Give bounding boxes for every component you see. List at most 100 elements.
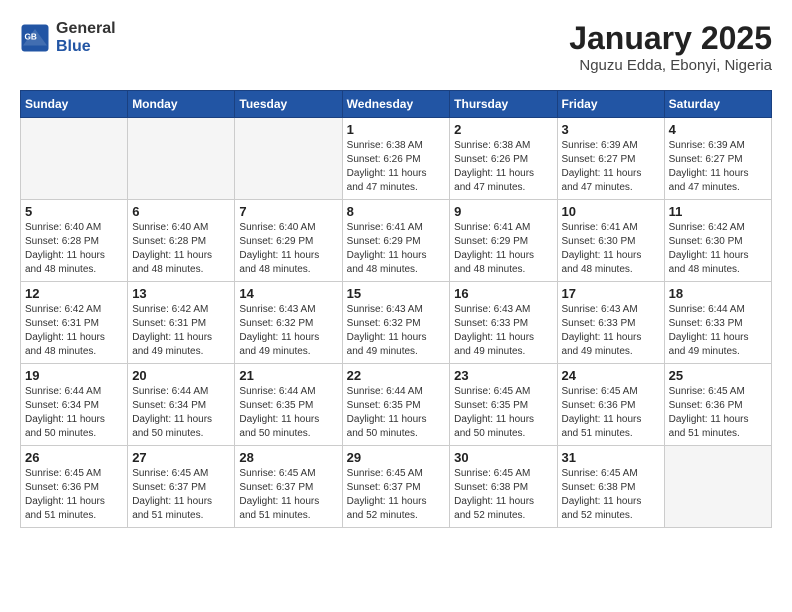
- day-info-7: Sunrise: 6:40 AM Sunset: 6:29 PM Dayligh…: [239, 221, 337, 277]
- day-number-2: 2: [454, 122, 552, 137]
- day-cell-27: 27 Sunrise: 6:45 AM Sunset: 6:37 PM Dayli…: [128, 446, 235, 528]
- day-number-1: 1: [347, 122, 446, 137]
- day-cell-26: 26 Sunrise: 6:45 AM Sunset: 6:36 PM Dayli…: [21, 446, 128, 528]
- day-cell-31: 31 Sunrise: 6:45 AM Sunset: 6:38 PM Dayli…: [557, 446, 664, 528]
- day-cell-empty: [235, 118, 342, 200]
- week-row-4: 19 Sunrise: 6:44 AM Sunset: 6:34 PM Dayli…: [21, 364, 772, 446]
- svg-text:GB: GB: [25, 32, 37, 41]
- day-info-26: Sunrise: 6:45 AM Sunset: 6:36 PM Dayligh…: [25, 467, 123, 523]
- day-number-8: 8: [347, 204, 446, 219]
- day-info-21: Sunrise: 6:44 AM Sunset: 6:35 PM Dayligh…: [239, 385, 337, 441]
- day-cell-23: 23 Sunrise: 6:45 AM Sunset: 6:35 PM Dayli…: [450, 364, 557, 446]
- day-info-27: Sunrise: 6:45 AM Sunset: 6:37 PM Dayligh…: [132, 467, 230, 523]
- day-number-21: 21: [239, 368, 337, 383]
- day-cell-10: 10Sunrise: 6:41 AM Sunset: 6:30 PM Dayli…: [557, 200, 664, 282]
- day-info-24: Sunrise: 6:45 AM Sunset: 6:36 PM Dayligh…: [562, 385, 660, 441]
- day-number-27: 27: [132, 450, 230, 465]
- day-info-18: Sunrise: 6:44 AM Sunset: 6:33 PM Dayligh…: [669, 303, 767, 359]
- day-cell-8: 8 Sunrise: 6:41 AM Sunset: 6:29 PM Daylig…: [342, 200, 450, 282]
- day-number-11: 11: [669, 204, 767, 219]
- logo: GB General Blue: [20, 20, 116, 55]
- day-number-26: 26: [25, 450, 123, 465]
- logo-blue: Blue: [56, 38, 116, 56]
- day-info-23: Sunrise: 6:45 AM Sunset: 6:35 PM Dayligh…: [454, 385, 552, 441]
- day-cell-7: 7 Sunrise: 6:40 AM Sunset: 6:29 PM Daylig…: [235, 200, 342, 282]
- calendar-subtitle: Nguzu Edda, Ebonyi, Nigeria: [569, 57, 772, 74]
- day-cell-empty: [21, 118, 128, 200]
- day-number-15: 15: [347, 286, 446, 301]
- weekday-header-saturday: Saturday: [664, 91, 771, 118]
- weekday-header-monday: Monday: [128, 91, 235, 118]
- day-info-2: Sunrise: 6:38 AM Sunset: 6:26 PM Dayligh…: [454, 139, 552, 195]
- day-info-9: Sunrise: 6:41 AM Sunset: 6:29 PM Dayligh…: [454, 221, 552, 277]
- day-info-19: Sunrise: 6:44 AM Sunset: 6:34 PM Dayligh…: [25, 385, 123, 441]
- day-cell-19: 19 Sunrise: 6:44 AM Sunset: 6:34 PM Dayli…: [21, 364, 128, 446]
- day-number-16: 16: [454, 286, 552, 301]
- day-cell-30: 30Sunrise: 6:45 AM Sunset: 6:38 PM Dayli…: [450, 446, 557, 528]
- day-info-16: Sunrise: 6:43 AM Sunset: 6:33 PM Dayligh…: [454, 303, 552, 359]
- weekday-header-tuesday: Tuesday: [235, 91, 342, 118]
- day-cell-28: 28 Sunrise: 6:45 AM Sunset: 6:37 PM Dayli…: [235, 446, 342, 528]
- week-row-3: 12Sunrise: 6:42 AM Sunset: 6:31 PM Dayli…: [21, 282, 772, 364]
- day-info-4: Sunrise: 6:39 AM Sunset: 6:27 PM Dayligh…: [669, 139, 767, 195]
- day-cell-3: 3 Sunrise: 6:39 AM Sunset: 6:27 PM Daylig…: [557, 118, 664, 200]
- day-cell-21: 21 Sunrise: 6:44 AM Sunset: 6:35 PM Dayli…: [235, 364, 342, 446]
- day-info-15: Sunrise: 6:43 AM Sunset: 6:32 PM Dayligh…: [347, 303, 446, 359]
- week-row-5: 26 Sunrise: 6:45 AM Sunset: 6:36 PM Dayli…: [21, 446, 772, 528]
- weekday-header-friday: Friday: [557, 91, 664, 118]
- day-info-5: Sunrise: 6:40 AM Sunset: 6:28 PM Dayligh…: [25, 221, 123, 277]
- weekday-header-sunday: Sunday: [21, 91, 128, 118]
- day-info-8: Sunrise: 6:41 AM Sunset: 6:29 PM Dayligh…: [347, 221, 446, 277]
- page-header: GB General Blue January 2025 Nguzu Edda,…: [20, 20, 772, 74]
- day-number-4: 4: [669, 122, 767, 137]
- day-cell-12: 12Sunrise: 6:42 AM Sunset: 6:31 PM Dayli…: [21, 282, 128, 364]
- day-info-1: Sunrise: 6:38 AM Sunset: 6:26 PM Dayligh…: [347, 139, 446, 195]
- day-number-22: 22: [347, 368, 446, 383]
- day-number-18: 18: [669, 286, 767, 301]
- calendar-title: January 2025: [569, 20, 772, 57]
- day-cell-9: 9 Sunrise: 6:41 AM Sunset: 6:29 PM Daylig…: [450, 200, 557, 282]
- day-cell-5: 5 Sunrise: 6:40 AM Sunset: 6:28 PM Daylig…: [21, 200, 128, 282]
- day-info-10: Sunrise: 6:41 AM Sunset: 6:30 PM Dayligh…: [562, 221, 660, 277]
- day-info-3: Sunrise: 6:39 AM Sunset: 6:27 PM Dayligh…: [562, 139, 660, 195]
- weekday-header-row: SundayMondayTuesdayWednesdayThursdayFrid…: [21, 91, 772, 118]
- day-cell-29: 29Sunrise: 6:45 AM Sunset: 6:37 PM Dayli…: [342, 446, 450, 528]
- day-cell-17: 17 Sunrise: 6:43 AM Sunset: 6:33 PM Dayli…: [557, 282, 664, 364]
- day-info-30: Sunrise: 6:45 AM Sunset: 6:38 PM Dayligh…: [454, 467, 552, 523]
- day-number-7: 7: [239, 204, 337, 219]
- day-cell-20: 20 Sunrise: 6:44 AM Sunset: 6:34 PM Dayli…: [128, 364, 235, 446]
- day-info-12: Sunrise: 6:42 AM Sunset: 6:31 PM Dayligh…: [25, 303, 123, 359]
- day-number-3: 3: [562, 122, 660, 137]
- day-number-20: 20: [132, 368, 230, 383]
- day-info-11: Sunrise: 6:42 AM Sunset: 6:30 PM Dayligh…: [669, 221, 767, 277]
- week-row-2: 5 Sunrise: 6:40 AM Sunset: 6:28 PM Daylig…: [21, 200, 772, 282]
- day-cell-16: 16 Sunrise: 6:43 AM Sunset: 6:33 PM Dayli…: [450, 282, 557, 364]
- day-info-28: Sunrise: 6:45 AM Sunset: 6:37 PM Dayligh…: [239, 467, 337, 523]
- logo-icon: GB: [20, 23, 50, 53]
- day-number-19: 19: [25, 368, 123, 383]
- day-info-17: Sunrise: 6:43 AM Sunset: 6:33 PM Dayligh…: [562, 303, 660, 359]
- day-cell-25: 25Sunrise: 6:45 AM Sunset: 6:36 PM Dayli…: [664, 364, 771, 446]
- day-number-24: 24: [562, 368, 660, 383]
- day-number-31: 31: [562, 450, 660, 465]
- day-number-5: 5: [25, 204, 123, 219]
- day-cell-1: 1 Sunrise: 6:38 AM Sunset: 6:26 PM Daylig…: [342, 118, 450, 200]
- day-cell-11: 11 Sunrise: 6:42 AM Sunset: 6:30 PM Dayli…: [664, 200, 771, 282]
- day-cell-4: 4 Sunrise: 6:39 AM Sunset: 6:27 PM Daylig…: [664, 118, 771, 200]
- week-row-1: 1 Sunrise: 6:38 AM Sunset: 6:26 PM Daylig…: [21, 118, 772, 200]
- day-cell-6: 6Sunrise: 6:40 AM Sunset: 6:28 PM Daylig…: [128, 200, 235, 282]
- day-info-31: Sunrise: 6:45 AM Sunset: 6:38 PM Dayligh…: [562, 467, 660, 523]
- day-cell-2: 2 Sunrise: 6:38 AM Sunset: 6:26 PM Daylig…: [450, 118, 557, 200]
- day-number-17: 17: [562, 286, 660, 301]
- day-number-29: 29: [347, 450, 446, 465]
- day-info-6: Sunrise: 6:40 AM Sunset: 6:28 PM Dayligh…: [132, 221, 230, 277]
- day-cell-18: 18 Sunrise: 6:44 AM Sunset: 6:33 PM Dayli…: [664, 282, 771, 364]
- day-info-20: Sunrise: 6:44 AM Sunset: 6:34 PM Dayligh…: [132, 385, 230, 441]
- day-number-23: 23: [454, 368, 552, 383]
- day-number-28: 28: [239, 450, 337, 465]
- day-number-9: 9: [454, 204, 552, 219]
- day-number-14: 14: [239, 286, 337, 301]
- day-cell-empty: [664, 446, 771, 528]
- weekday-header-wednesday: Wednesday: [342, 91, 450, 118]
- title-block: January 2025 Nguzu Edda, Ebonyi, Nigeria: [569, 20, 772, 74]
